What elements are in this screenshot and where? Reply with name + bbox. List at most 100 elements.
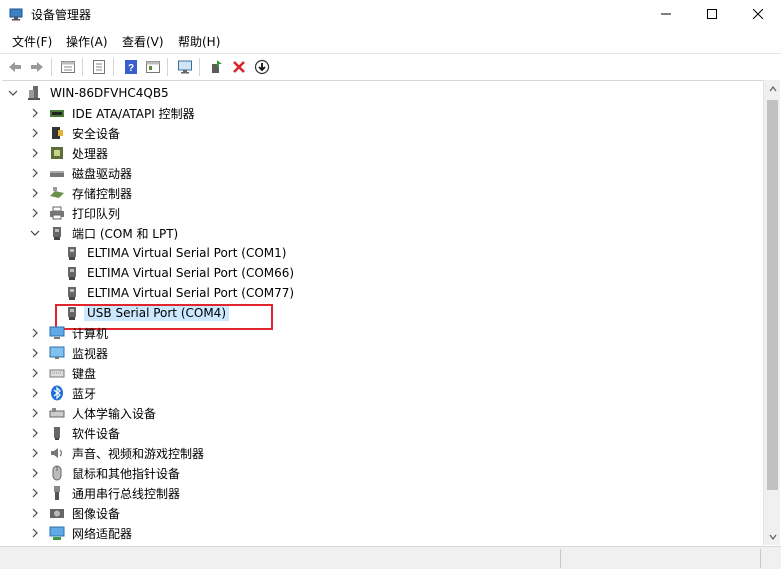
forward-button[interactable] [27,57,47,77]
tree-category[interactable]: 处理器 [30,143,111,163]
help-button[interactable]: ? [121,57,141,77]
back-button[interactable] [5,57,25,77]
scrollbar-thumb[interactable] [767,100,778,490]
disable-device-button[interactable] [252,57,272,77]
scan-hardware-button[interactable] [175,57,195,77]
serial-port-icon [64,265,80,281]
chevron-right-icon[interactable] [30,468,40,478]
tree-category[interactable]: 网络适配器 [30,523,135,543]
maximize-button[interactable] [689,0,735,28]
device-list-icon [93,60,105,74]
category-label: 通用串行总线控制器 [72,486,181,501]
menu-view[interactable]: 查看(V) [122,33,164,50]
category-label: 图像设备 [72,506,121,521]
serial-port-icon [64,285,80,301]
vertical-scrollbar[interactable] [763,80,780,545]
title-bar: 设备管理器 [0,0,781,28]
menu-file[interactable]: 文件(F) [12,33,52,50]
chevron-right-icon[interactable] [30,408,40,418]
bluetooth-icon [49,385,65,401]
chevron-right-icon[interactable] [30,148,40,158]
tree-category[interactable]: 键盘 [30,363,99,383]
tree-category[interactable]: 监视器 [30,343,111,363]
chevron-down-icon[interactable] [30,228,40,238]
port-device-label: ELTIMA Virtual Serial Port (COM1) [87,246,287,260]
uninstall-icon [233,61,245,73]
software-device-icon [49,425,65,441]
menu-help[interactable]: 帮助(H) [178,33,220,50]
category-label: IDE ATA/ATAPI 控制器 [72,106,195,121]
chevron-right-icon[interactable] [30,108,40,118]
svg-text:?: ? [128,63,134,74]
view-resources-button[interactable] [143,57,163,77]
category-label: 键盘 [72,366,97,381]
menu-action[interactable]: 操作(A) [66,33,108,50]
keyboard-icon [49,365,65,381]
window-title: 设备管理器 [31,8,92,22]
toolbar: ? [0,53,781,80]
scroll-down-button[interactable] [764,528,781,545]
chevron-right-icon[interactable] [30,188,40,198]
tree-root[interactable]: WIN-86DFVHC4QB5 [8,83,172,103]
chevron-right-icon[interactable] [30,208,40,218]
chevron-right-icon[interactable] [30,348,40,358]
toolbar-separator [113,58,114,76]
port-device-item[interactable]: ELTIMA Virtual Serial Port (COM1) [64,243,289,263]
chevron-right-icon[interactable] [30,168,40,178]
toolbar-separator [199,58,200,76]
camera-icon [49,505,65,521]
tree-category[interactable]: 鼠标和其他指针设备 [30,463,183,483]
category-label: 安全设备 [72,126,121,141]
chevron-right-icon[interactable] [30,528,40,538]
menu-bar: 文件(F) 操作(A) 查看(V) 帮助(H) [0,30,781,52]
tree-category[interactable]: 磁盘驱动器 [30,163,135,183]
category-label: 监视器 [72,346,109,361]
uninstall-button[interactable] [229,57,249,77]
chevron-right-icon[interactable] [30,128,40,138]
properties-pane-icon [61,61,75,73]
chevron-right-icon[interactable] [30,428,40,438]
tree-category[interactable]: 声音、视频和游戏控制器 [30,443,207,463]
update-driver-button[interactable] [206,57,226,77]
tree-category[interactable]: 软件设备 [30,423,123,443]
port-device-label: ELTIMA Virtual Serial Port (COM66) [87,266,295,280]
port-device-item[interactable]: ELTIMA Virtual Serial Port (COM77) [64,283,297,303]
tree-category[interactable]: 存储控制器 [30,183,135,203]
status-divider [760,549,761,568]
scroll-up-button[interactable] [764,80,781,97]
tree-category[interactable]: 蓝牙 [30,383,99,403]
view-resources-icon [146,61,160,73]
device-list-button[interactable] [89,57,109,77]
tree-category-ports[interactable]: 端口 (COM 和 LPT) [30,223,181,243]
chevron-right-icon[interactable] [30,368,40,378]
chevron-down-icon[interactable] [8,88,18,98]
tree-category[interactable]: 通用串行总线控制器 [30,483,183,503]
close-button[interactable] [735,0,781,28]
port-device-item-selected[interactable]: USB Serial Port (COM4) [64,303,229,323]
scan-hardware-icon [178,60,192,74]
close-icon [753,9,763,19]
properties-pane-button[interactable] [58,57,78,77]
category-label: 存储控制器 [72,186,133,201]
chevron-right-icon[interactable] [30,388,40,398]
chevron-right-icon[interactable] [30,508,40,518]
tree-category[interactable]: IDE ATA/ATAPI 控制器 [30,103,198,123]
audio-icon [49,445,65,461]
help-icon: ? [125,60,137,74]
tree-category[interactable]: 安全设备 [30,123,123,143]
serial-port-icon [64,245,80,261]
printer-icon [49,205,65,221]
disk-drive-icon [49,165,65,181]
category-label: 计算机 [72,326,109,341]
category-label: 软件设备 [72,426,121,441]
tree-category[interactable]: 打印队列 [30,203,123,223]
tree-category[interactable]: 人体学输入设备 [30,403,159,423]
chevron-right-icon[interactable] [30,448,40,458]
tree-category[interactable]: 图像设备 [30,503,123,523]
tree-category[interactable]: 计算机 [30,323,111,343]
chevron-right-icon[interactable] [30,328,40,338]
chevron-right-icon[interactable] [30,488,40,498]
monitor-icon [49,345,65,361]
minimize-button[interactable] [643,0,689,28]
port-device-item[interactable]: ELTIMA Virtual Serial Port (COM66) [64,263,297,283]
